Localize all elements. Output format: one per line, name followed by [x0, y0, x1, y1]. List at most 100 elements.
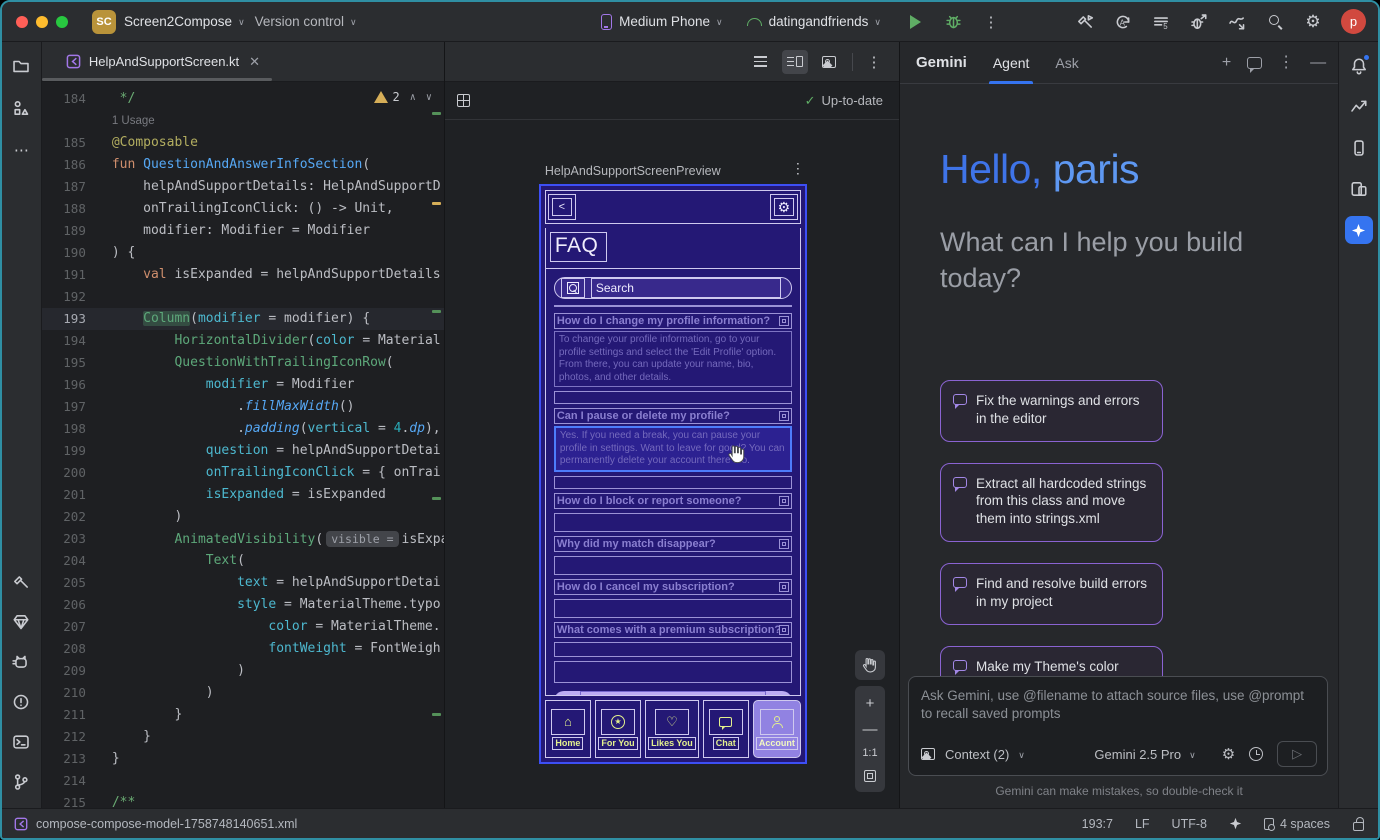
- code-line[interactable]: 198 .padding(vertical = 4.dp),: [42, 418, 444, 440]
- nav-item-home[interactable]: ⌂Home: [545, 700, 591, 758]
- minimize-window-button[interactable]: [36, 16, 48, 28]
- pan-tool-button[interactable]: [855, 650, 885, 680]
- line-number[interactable]: 193: [42, 308, 112, 330]
- line-number[interactable]: 208: [42, 638, 112, 660]
- line-number[interactable]: 194: [42, 330, 112, 352]
- more-run-actions-button[interactable]: ⋮: [977, 8, 1005, 36]
- line-number[interactable]: 211: [42, 704, 112, 726]
- resource-manager-tool-button[interactable]: [7, 94, 35, 122]
- code-line[interactable]: 213}: [42, 748, 444, 770]
- code-line[interactable]: 208 fontWeight = FontWeigh: [42, 638, 444, 660]
- line-number[interactable]: 205: [42, 572, 112, 594]
- code-line[interactable]: 195 QuestionWithTrailingIconRow(: [42, 352, 444, 374]
- code-line[interactable]: 190) {: [42, 242, 444, 264]
- project-tool-button[interactable]: [7, 52, 35, 80]
- faq-toggle-icon[interactable]: [779, 496, 789, 506]
- line-separator[interactable]: LF: [1135, 817, 1150, 831]
- line-number[interactable]: 186: [42, 154, 112, 176]
- line-number[interactable]: 206: [42, 594, 112, 616]
- notifications-button[interactable]: [1345, 52, 1373, 80]
- gemini-settings-icon[interactable]: ⚙: [1222, 747, 1235, 762]
- code-line[interactable]: 200 onTrailingIconClick = { onTrai: [42, 462, 444, 484]
- line-number[interactable]: 190: [42, 242, 112, 264]
- code-line[interactable]: 203 AnimatedVisibility(visible =isExpan: [42, 528, 444, 550]
- code-line[interactable]: 201 isExpanded = isExpanded: [42, 484, 444, 506]
- gemini-menu-button[interactable]: ⋮: [1278, 55, 1294, 71]
- run-config-selector[interactable]: datingandfriends ∨: [747, 14, 891, 29]
- line-number[interactable]: 196: [42, 374, 112, 396]
- suggestion-card[interactable]: Extract all hardcoded strings from this …: [940, 463, 1163, 542]
- line-number[interactable]: 200: [42, 462, 112, 484]
- line-number[interactable]: 202: [42, 506, 112, 528]
- horizontal-scrollbar[interactable]: [42, 78, 272, 81]
- search-bar[interactable]: Search: [554, 277, 792, 299]
- zoom-out-button[interactable]: —: [862, 722, 877, 737]
- faq-question-row[interactable]: Why did my match disappear?: [554, 536, 792, 552]
- code-line[interactable]: 194 HorizontalDivider(color = Material: [42, 330, 444, 352]
- preview-item-menu-button[interactable]: ⋮: [791, 160, 805, 177]
- line-number[interactable]: 207: [42, 616, 112, 638]
- code-line[interactable]: 206 style = MaterialTheme.typo: [42, 594, 444, 616]
- line-number[interactable]: 214: [42, 770, 112, 792]
- version-control-tool-button[interactable]: [7, 768, 35, 796]
- search-input[interactable]: Search: [591, 278, 781, 298]
- line-number[interactable]: 195: [42, 352, 112, 374]
- code-line[interactable]: 207 color = MaterialTheme.: [42, 616, 444, 638]
- attach-image-icon[interactable]: [921, 748, 935, 760]
- faq-toggle-icon[interactable]: [779, 539, 789, 549]
- logcat-tool-button[interactable]: [7, 648, 35, 676]
- code-line[interactable]: 186fun QuestionAndAnswerInfoSection(: [42, 154, 444, 176]
- line-number[interactable]: 204: [42, 550, 112, 572]
- zoom-reset-button[interactable]: 1:1: [862, 748, 877, 759]
- line-number[interactable]: 189: [42, 220, 112, 242]
- faq-question-row[interactable]: Can I pause or delete my profile?: [554, 408, 792, 424]
- send-button[interactable]: ▷: [1277, 741, 1317, 767]
- vcs-selector[interactable]: Version control ∨: [255, 14, 367, 29]
- build-tool-button[interactable]: [7, 568, 35, 596]
- code-line[interactable]: 191 val isExpanded = helpAndSupportDetai…: [42, 264, 444, 286]
- device-manager-button[interactable]: [1345, 134, 1373, 162]
- build-button[interactable]: [1071, 8, 1099, 36]
- line-number[interactable]: 187: [42, 176, 112, 198]
- code-line[interactable]: 1 Usage: [42, 110, 444, 132]
- new-chat-button[interactable]: +: [1222, 55, 1231, 71]
- line-number[interactable]: 209: [42, 660, 112, 682]
- code-line[interactable]: 212 }: [42, 726, 444, 748]
- model-dropdown[interactable]: Gemini 2.5 Pro ∨: [1094, 747, 1205, 762]
- gemini-input-box[interactable]: Ask Gemini, use @filename to attach sour…: [908, 676, 1328, 776]
- line-number[interactable]: 201: [42, 484, 112, 506]
- nav-item-chat[interactable]: Chat: [703, 700, 749, 758]
- faq-answer[interactable]: Yes. If you need a break, you can pause …: [554, 426, 792, 472]
- build-variants-button[interactable]: 5: [1147, 8, 1175, 36]
- split-view-button[interactable]: [782, 50, 808, 74]
- line-number[interactable]: 188: [42, 198, 112, 220]
- search-everywhere-button[interactable]: [1261, 8, 1289, 36]
- close-tab-icon[interactable]: ✕: [249, 54, 260, 70]
- code-line[interactable]: 204 Text(: [42, 550, 444, 572]
- suggestion-card[interactable]: Fix the warnings and errors in the edito…: [940, 380, 1163, 442]
- close-window-button[interactable]: [16, 16, 28, 28]
- code-line[interactable]: 197 .fillMaxWidth(): [42, 396, 444, 418]
- settings-button[interactable]: ⚙: [770, 194, 798, 220]
- code-line[interactable]: 196 modifier = Modifier: [42, 374, 444, 396]
- faq-question-row[interactable]: How do I change my profile information?: [554, 313, 792, 329]
- design-view-button[interactable]: [816, 50, 842, 74]
- preview-canvas[interactable]: HelpAndSupportScreenPreview ⋮ < ⚙ FAQ: [445, 120, 899, 808]
- faq-question-row[interactable]: How do I cancel my subscription?: [554, 579, 792, 595]
- status-file[interactable]: compose-compose-model-1758748140651.xml: [14, 817, 297, 831]
- project-selector[interactable]: Screen2Compose ∨: [124, 14, 255, 29]
- code-line[interactable]: 214: [42, 770, 444, 792]
- line-number[interactable]: 192: [42, 286, 112, 308]
- code-line[interactable]: 192: [42, 286, 444, 308]
- nav-item-for-you[interactable]: ★For You: [595, 700, 641, 758]
- code-editor[interactable]: 184 */1 Usage185@Composable186fun Questi…: [42, 82, 444, 808]
- compose-preview-phone[interactable]: < ⚙ FAQ Search How do I change my profil…: [539, 184, 807, 764]
- faq-toggle-icon[interactable]: [779, 411, 789, 421]
- settings-button[interactable]: ⚙: [1299, 8, 1327, 36]
- line-number[interactable]: 191: [42, 264, 112, 286]
- faq-toggle-icon[interactable]: [779, 316, 789, 326]
- readonly-lock-icon[interactable]: [1352, 817, 1364, 830]
- history-icon[interactable]: [1249, 747, 1263, 761]
- code-line[interactable]: 185@Composable: [42, 132, 444, 154]
- run-button[interactable]: [901, 8, 929, 36]
